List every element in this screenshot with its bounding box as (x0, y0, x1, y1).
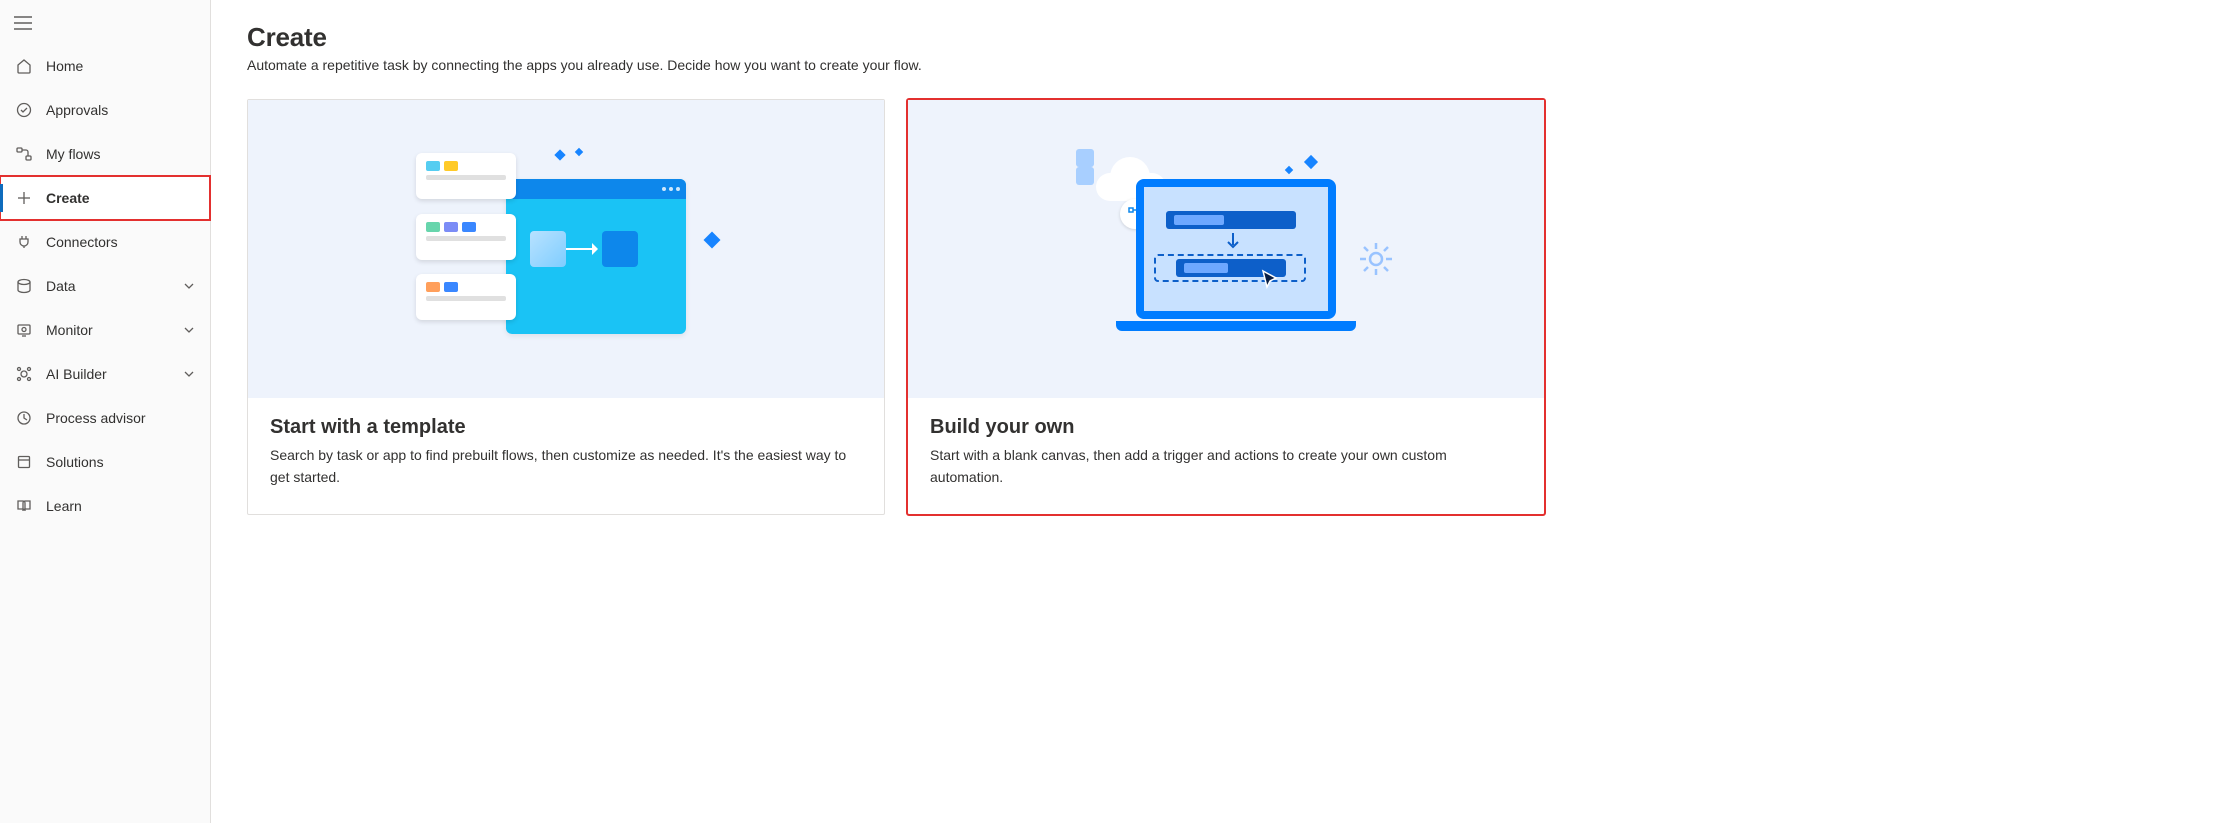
data-icon (14, 276, 34, 296)
page-title: Create (247, 22, 2191, 53)
sidebar-item-process-advisor[interactable]: Process advisor (0, 396, 210, 440)
plus-icon (14, 188, 34, 208)
card-description: Start with a blank canvas, then add a tr… (930, 445, 1522, 488)
home-icon (14, 56, 34, 76)
sidebar-item-label: Home (46, 58, 196, 74)
card-description: Search by task or app to find prebuilt f… (270, 445, 862, 488)
card-start-with-template[interactable]: Start with a template Search by task or … (247, 99, 885, 515)
sidebar-item-home[interactable]: Home (0, 44, 210, 88)
sidebar-item-data[interactable]: Data (0, 264, 210, 308)
sidebar-item-label: Connectors (46, 234, 196, 250)
learn-icon (14, 496, 34, 516)
sidebar-item-monitor[interactable]: Monitor (0, 308, 210, 352)
sidebar-item-connectors[interactable]: Connectors (0, 220, 210, 264)
template-illustration (248, 100, 884, 398)
aibuilder-icon (14, 364, 34, 384)
sidebar-item-label: Data (46, 278, 170, 294)
sidebar-item-label: My flows (46, 146, 196, 162)
page-subtitle: Automate a repetitive task by connecting… (247, 57, 2191, 73)
card-title: Start with a template (270, 416, 862, 439)
hamburger-menu-button[interactable] (0, 6, 210, 44)
sidebar-item-label: Monitor (46, 322, 170, 338)
gear-icon (1358, 241, 1394, 280)
sidebar-item-ai-builder[interactable]: AI Builder (0, 352, 210, 396)
sidebar-item-label: Approvals (46, 102, 196, 118)
connectors-icon (14, 232, 34, 252)
sidebar-item-approvals[interactable]: Approvals (0, 88, 210, 132)
hamburger-icon (14, 16, 32, 30)
build-illustration (908, 100, 1544, 398)
sidebar-item-label: Solutions (46, 454, 196, 470)
myflows-icon (14, 144, 34, 164)
card-title: Build your own (930, 416, 1522, 439)
card-build-your-own[interactable]: Build your own Start with a blank canvas… (907, 99, 1545, 515)
sidebar-item-label: Learn (46, 498, 196, 514)
sidebar: Home Approvals My flows Create Connector… (0, 0, 211, 823)
chevron-down-icon (182, 323, 196, 337)
sidebar-item-solutions[interactable]: Solutions (0, 440, 210, 484)
monitor-icon (14, 320, 34, 340)
cursor-icon (1261, 269, 1281, 294)
sidebar-item-my-flows[interactable]: My flows (0, 132, 210, 176)
sidebar-item-create[interactable]: Create (0, 176, 210, 220)
main-content: Create Automate a repetitive task by con… (211, 0, 2227, 823)
chevron-down-icon (182, 279, 196, 293)
sidebar-item-label: Create (46, 190, 196, 206)
sidebar-item-label: Process advisor (46, 410, 196, 426)
solutions-icon (14, 452, 34, 472)
sidebar-item-label: AI Builder (46, 366, 170, 382)
process-advisor-icon (14, 408, 34, 428)
create-option-cards: Start with a template Search by task or … (247, 99, 2191, 515)
sidebar-item-learn[interactable]: Learn (0, 484, 210, 528)
approvals-icon (14, 100, 34, 120)
chevron-down-icon (182, 367, 196, 381)
